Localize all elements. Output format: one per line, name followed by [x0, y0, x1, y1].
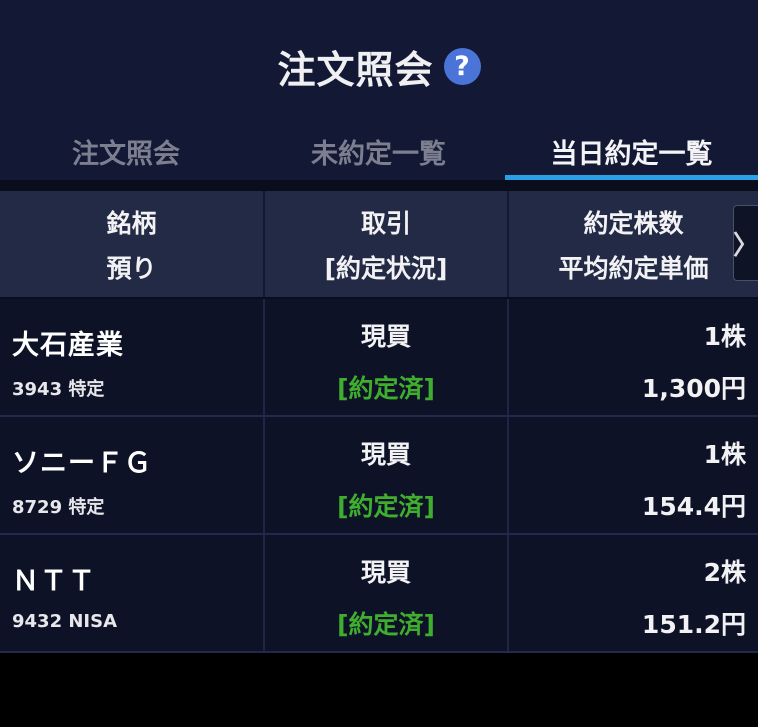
executed-quantity: 1株 [703, 322, 746, 351]
header-cell-trade: 取引 [約定状況] [265, 191, 509, 297]
header-label-status: [約定状況] [324, 253, 448, 283]
cell-trade: 現買 [約定済] [265, 535, 509, 651]
cell-trade: 現買 [約定済] [265, 299, 509, 415]
question-circle-icon[interactable]: ? [443, 47, 481, 85]
executed-quantity: 2株 [703, 558, 746, 587]
header-bar: 注文照会 ? 注文照会 未約定一覧 当日約定一覧 [0, 0, 758, 180]
stock-name: ソニーＦＧ [12, 448, 152, 479]
page-title: 注文照会 [277, 47, 434, 92]
stock-code-custody: 8729 特定 [12, 497, 105, 518]
tab-today-executions[interactable]: 当日約定一覧 [505, 124, 758, 180]
tab-unexecuted-list[interactable]: 未約定一覧 [252, 124, 505, 180]
trade-type: 現買 [360, 322, 411, 351]
stock-name: 大石産業 [12, 330, 124, 361]
cell-quantity: 2株 151.2円 [509, 535, 758, 651]
cell-stock: ソニーＦＧ 8729 特定 [0, 417, 265, 533]
cell-trade: 現買 [約定済] [265, 417, 509, 533]
execution-status: [約定済] [337, 492, 435, 521]
table-row[interactable]: ソニーＦＧ 8729 特定 現買 [約定済] 1株 154.4円 [0, 417, 758, 535]
average-price: 151.2円 [641, 610, 746, 639]
cell-stock: ＮＴＴ 9432 NISA [0, 535, 265, 651]
stock-name: ＮＴＴ [12, 566, 96, 597]
header-cell-stock: 銘柄 預り [0, 191, 265, 297]
table-header: 銘柄 預り 取引 [約定状況] 約定株数 平均約定単価 〉 [0, 191, 758, 299]
trade-type: 現買 [360, 440, 411, 469]
cell-stock: 大石産業 3943 特定 [0, 299, 265, 415]
average-price: 1,300円 [641, 374, 746, 403]
chevron-right-icon[interactable]: 〉 [733, 205, 758, 281]
executions-table: 銘柄 預り 取引 [約定状況] 約定株数 平均約定単価 〉 大石産業 3943 … [0, 191, 758, 653]
tab-order-inquiry[interactable]: 注文照会 [0, 124, 252, 180]
app-root: 注文照会 ? 注文照会 未約定一覧 当日約定一覧 銘柄 預り 取引 [約定状況]… [0, 0, 758, 727]
table-row[interactable]: 大石産業 3943 特定 現買 [約定済] 1株 1,300円 [0, 299, 758, 417]
cell-quantity: 1株 1,300円 [509, 299, 758, 415]
execution-status: [約定済] [337, 610, 435, 639]
tab-bar: 注文照会 未約定一覧 当日約定一覧 [0, 124, 758, 180]
header-label-quantity: 約定株数 [583, 208, 684, 238]
header-label-avg-price: 平均約定単価 [558, 253, 709, 283]
average-price: 154.4円 [641, 492, 746, 521]
header-label-trade: 取引 [360, 208, 411, 238]
header-cell-quantity: 約定株数 平均約定単価 [509, 191, 758, 297]
table-row[interactable]: ＮＴＴ 9432 NISA 現買 [約定済] 2株 151.2円 [0, 535, 758, 653]
stock-code-custody: 9432 NISA [12, 611, 118, 632]
cell-quantity: 1株 154.4円 [509, 417, 758, 533]
title-row: 注文照会 ? [0, 38, 758, 94]
execution-status: [約定済] [337, 374, 435, 403]
header-label-custody: 預り [106, 253, 157, 283]
divider [0, 180, 758, 191]
stock-code-custody: 3943 特定 [12, 379, 105, 400]
header-label-stock: 銘柄 [106, 208, 157, 238]
trade-type: 現買 [360, 558, 411, 587]
executed-quantity: 1株 [703, 440, 746, 469]
